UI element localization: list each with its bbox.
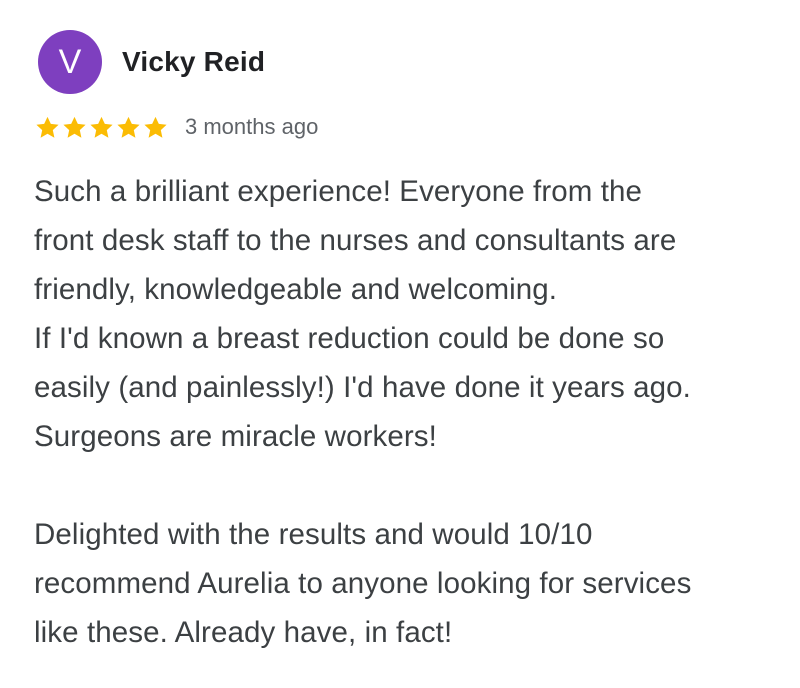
- author-name[interactable]: Vicky Reid: [122, 46, 265, 78]
- avatar-initial: V: [58, 42, 82, 81]
- star-icon: [88, 114, 115, 141]
- avatar[interactable]: V: [38, 30, 102, 94]
- star-icon: [34, 114, 61, 141]
- review-text: Such a brilliant experience! Everyone fr…: [34, 175, 692, 649]
- star-icon: [142, 114, 169, 141]
- review-date: 3 months ago: [185, 114, 319, 139]
- rating-row: 3 months ago: [34, 110, 318, 144]
- star-icon: [61, 114, 88, 141]
- star-rating: [34, 114, 169, 141]
- review-header: V Vicky Reid: [38, 30, 265, 94]
- star-icon: [115, 114, 142, 141]
- review-card: V Vicky Reid 3 months ago Such a brillia…: [0, 0, 800, 688]
